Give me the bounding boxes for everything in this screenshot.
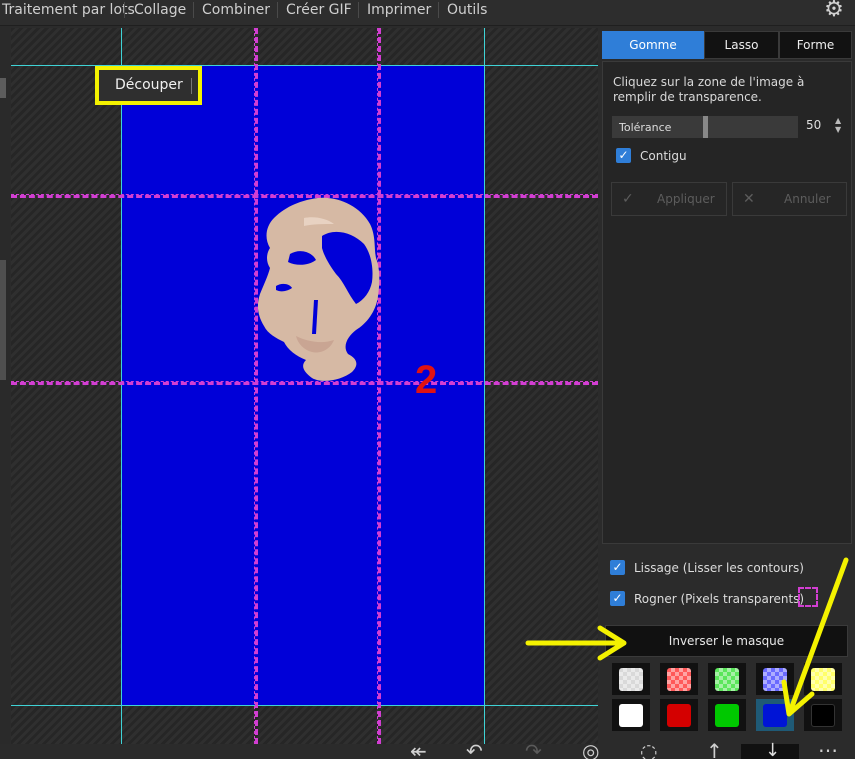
swatch-transparent-yellow[interactable] — [804, 663, 842, 695]
upload-icon[interactable]: ↑ — [706, 741, 723, 759]
apply-label: Appliquer — [657, 192, 715, 206]
swatch-transparent-red[interactable] — [660, 663, 698, 695]
swatch-transparent-green[interactable] — [708, 663, 746, 695]
undo-icon[interactable]: ↶ — [466, 741, 483, 759]
tolerance-slider-thumb[interactable] — [703, 116, 708, 138]
rotate-icon[interactable]: ◎ — [582, 741, 599, 759]
more-icon[interactable]: … — [818, 735, 838, 755]
crop-guide-right[interactable] — [484, 28, 485, 744]
download-button[interactable]: ↓ — [741, 740, 799, 759]
tolerance-stepper-icon[interactable]: ▲ ▼ — [835, 116, 841, 134]
close-icon: ✕ — [743, 191, 755, 207]
redo-icon[interactable]: ↷ — [525, 741, 542, 759]
crop-button-highlight[interactable]: Découper — [95, 66, 202, 105]
annotation-number: 2 — [415, 358, 438, 402]
tool-tabs: Gomme magique Lasso Forme — [602, 31, 852, 79]
menu-tools[interactable]: Outils — [439, 0, 495, 22]
undo-all-icon[interactable]: ↞ — [410, 741, 427, 759]
sidebar-scrollbar[interactable] — [0, 260, 6, 380]
left-sidebar-strip — [0, 26, 10, 759]
crop-button-label: Découper — [115, 77, 183, 93]
smoothing-checkbox[interactable]: ✓ — [610, 560, 625, 575]
trim-label: Rogner (Pixels transparents) — [634, 592, 805, 606]
swatch-white[interactable] — [612, 699, 650, 731]
tab-magic-eraser[interactable]: Gomme magique — [602, 31, 704, 79]
menu-print[interactable]: Imprimer — [359, 0, 439, 22]
sidebar-scroll-marker — [0, 78, 6, 98]
editor-canvas[interactable]: 2 Découper — [11, 28, 598, 744]
download-icon: ↓ — [765, 740, 781, 759]
invert-mask-button[interactable]: Inverser le masque — [605, 625, 848, 657]
menu-batch-processing[interactable]: Traitement par lots — [0, 0, 143, 22]
swatch-transparent-blue[interactable] — [756, 663, 794, 695]
crop-guide-left[interactable] — [121, 28, 122, 744]
grid-guide-vertical-1 — [254, 28, 258, 744]
tab-shape[interactable]: Forme — [779, 31, 852, 59]
swatch-black[interactable] — [804, 699, 842, 731]
menu-combine[interactable]: Combiner — [194, 0, 278, 22]
contiguous-checkbox[interactable]: ✓ — [616, 148, 631, 163]
menu-create-gif[interactable]: Créer GIF — [278, 0, 360, 22]
cancel-button[interactable]: ✕ Annuler — [732, 182, 847, 216]
cancel-label: Annuler — [784, 192, 831, 206]
tab-lasso[interactable]: Lasso — [704, 31, 779, 59]
trim-checkbox[interactable]: ✓ — [610, 591, 625, 606]
menu-collage[interactable]: Collage — [126, 0, 194, 22]
tolerance-value[interactable]: 50 — [806, 118, 821, 132]
tolerance-slider[interactable]: Tolérance — [612, 116, 798, 138]
face-cutout-image — [257, 197, 380, 381]
crop-button-divider — [191, 78, 192, 94]
swatch-green[interactable] — [708, 699, 746, 731]
spiral-icon[interactable]: ◌ — [640, 741, 657, 759]
crop-selection-icon[interactable] — [798, 587, 818, 607]
smoothing-label: Lissage (Lisser les contours) — [634, 561, 804, 575]
grid-guide-vertical-2 — [377, 28, 381, 744]
contiguous-label: Contigu — [640, 149, 687, 163]
swatch-blue-selected[interactable] — [756, 699, 794, 731]
menu-separator — [124, 2, 125, 18]
swatch-transparent-white[interactable] — [612, 663, 650, 695]
magic-eraser-panel: Cliquez sur la zone de l'image à remplir… — [602, 61, 852, 544]
panel-description: Cliquez sur la zone de l'image à remplir… — [613, 75, 805, 104]
crop-guide-bottom[interactable] — [11, 705, 598, 706]
check-icon: ✓ — [622, 191, 634, 207]
bottom-toolbar: ↞ ↶ ↷ ◎ ◌ ↑ ↓ … — [0, 735, 855, 759]
tolerance-label: Tolérance — [619, 121, 672, 134]
apply-button[interactable]: ✓ Appliquer — [611, 182, 727, 216]
top-menu-bar: Traitement par lots Collage Combiner Cré… — [0, 0, 855, 26]
gear-icon[interactable]: ⚙ — [823, 0, 845, 22]
swatch-red[interactable] — [660, 699, 698, 731]
